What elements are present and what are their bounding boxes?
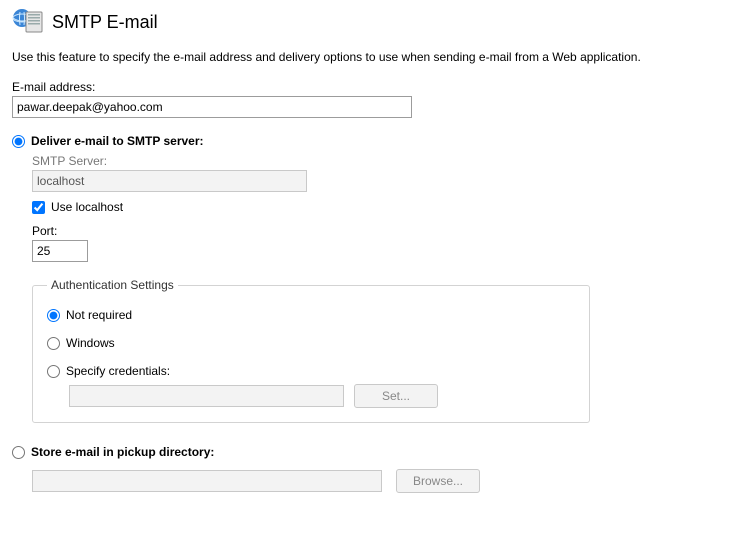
- browse-button[interactable]: Browse...: [396, 469, 480, 493]
- auth-windows-label: Windows: [66, 336, 115, 350]
- auth-specify-label: Specify credentials:: [66, 364, 170, 378]
- email-address-input[interactable]: [12, 96, 412, 118]
- smtp-email-icon: [12, 6, 44, 38]
- page-title: SMTP E-mail: [52, 12, 158, 33]
- set-credentials-button[interactable]: Set...: [354, 384, 438, 408]
- use-localhost-label: Use localhost: [51, 200, 123, 214]
- credentials-input: [69, 385, 344, 407]
- authentication-settings-legend: Authentication Settings: [47, 278, 178, 292]
- deliver-smtp-radio[interactable]: [12, 135, 25, 148]
- auth-windows-radio[interactable]: [47, 337, 60, 350]
- store-pickup-radio[interactable]: [12, 446, 25, 459]
- authentication-settings-group: Authentication Settings Not required Win…: [32, 278, 590, 423]
- page-description: Use this feature to specify the e-mail a…: [12, 50, 730, 64]
- deliver-smtp-label: Deliver e-mail to SMTP server:: [31, 134, 204, 148]
- store-pickup-label: Store e-mail in pickup directory:: [31, 445, 214, 459]
- auth-specify-radio[interactable]: [47, 365, 60, 378]
- email-address-label: E-mail address:: [12, 80, 730, 94]
- pickup-directory-input: [32, 470, 382, 492]
- smtp-server-label: SMTP Server:: [32, 154, 730, 168]
- port-input[interactable]: [32, 240, 88, 262]
- use-localhost-checkbox[interactable]: [32, 201, 45, 214]
- port-label: Port:: [32, 224, 730, 238]
- smtp-server-input: [32, 170, 307, 192]
- auth-not-required-label: Not required: [66, 308, 132, 322]
- auth-not-required-radio[interactable]: [47, 309, 60, 322]
